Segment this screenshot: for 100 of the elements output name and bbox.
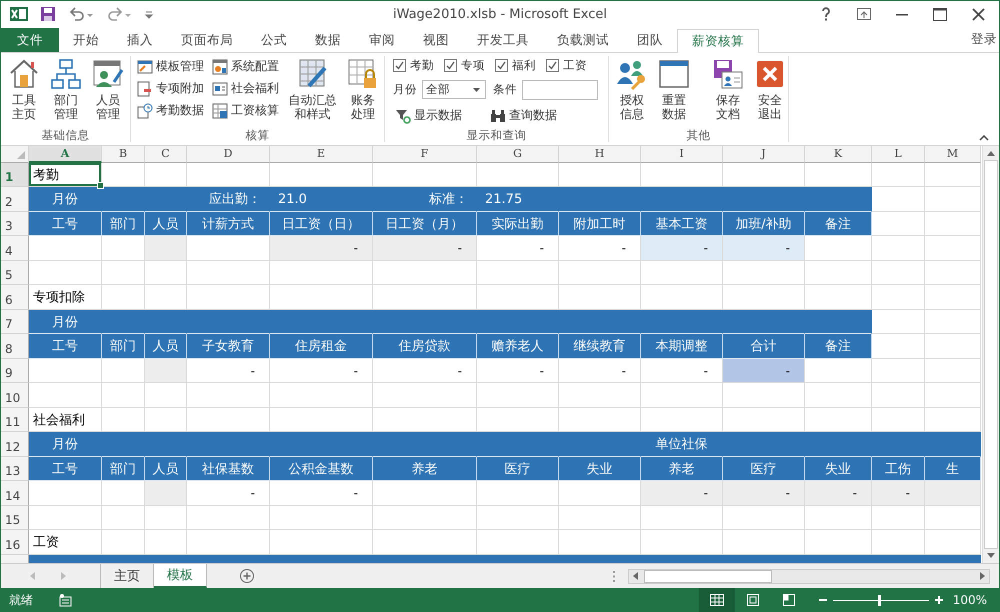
- column-header[interactable]: M: [925, 146, 981, 163]
- collapse-ribbon-icon[interactable]: [979, 134, 989, 141]
- column-header[interactable]: C: [145, 146, 187, 163]
- zoom-in-icon[interactable]: [934, 596, 943, 604]
- ribbon-tab[interactable]: 负载测试: [543, 28, 623, 52]
- checkbox[interactable]: [444, 59, 457, 72]
- row-header[interactable]: 2: [1, 187, 29, 212]
- close-icon[interactable]: [972, 8, 985, 21]
- row-header[interactable]: 11: [1, 408, 29, 432]
- column-header[interactable]: E: [270, 146, 373, 163]
- column-header[interactable]: B: [102, 146, 145, 163]
- ribbon-button[interactable]: 部门管理: [47, 56, 85, 123]
- ribbon-button[interactable]: 人员管理: [89, 56, 127, 123]
- scroll-up-icon[interactable]: [987, 150, 995, 156]
- save-icon[interactable]: [40, 6, 56, 22]
- ribbon-button[interactable]: 工具主页: [5, 56, 43, 123]
- ribbon-button[interactable]: 授权信息: [613, 56, 651, 123]
- row-header[interactable]: 9: [1, 358, 29, 384]
- ribbon-tab[interactable]: 开始: [59, 28, 113, 52]
- zoom-out-icon[interactable]: [818, 596, 827, 604]
- column-header[interactable]: H: [559, 146, 641, 163]
- ribbon-tab[interactable]: 数据: [301, 28, 355, 52]
- row-header[interactable]: 3: [1, 212, 29, 236]
- ribbon-button[interactable]: 重置数据: [655, 56, 693, 123]
- ribbon-button[interactable]: 账务处理: [344, 56, 382, 123]
- table-cell: [805, 260, 872, 286]
- row-header[interactable]: 15: [1, 506, 29, 530]
- row-header[interactable]: 12: [1, 432, 29, 457]
- home-icon: [8, 58, 40, 90]
- row-header[interactable]: 5: [1, 260, 29, 286]
- condition-field[interactable]: [522, 80, 598, 100]
- ribbon-button[interactable]: 系统配置: [210, 56, 281, 78]
- add-sheet-icon[interactable]: [239, 568, 255, 584]
- row-header[interactable]: 6: [1, 285, 29, 310]
- table-cell: -: [641, 481, 723, 506]
- column-header[interactable]: G: [477, 146, 559, 163]
- maximize-icon[interactable]: [933, 8, 947, 21]
- horizontal-scrollbar[interactable]: [628, 568, 990, 584]
- file-tab[interactable]: 文件: [1, 28, 59, 52]
- ribbon-tab[interactable]: 开发工具: [463, 28, 543, 52]
- table-cell: [925, 260, 981, 286]
- row-header[interactable]: 8: [1, 334, 29, 359]
- row-header[interactable]: 7: [1, 310, 29, 334]
- macro-record-icon[interactable]: [59, 594, 73, 606]
- ribbon-button[interactable]: 模板管理: [135, 56, 206, 78]
- scroll-left-icon[interactable]: [633, 572, 638, 580]
- table-cell: [102, 260, 145, 286]
- column-header[interactable]: K: [805, 146, 872, 163]
- ribbon-tab[interactable]: 页面布局: [167, 28, 247, 52]
- normal-view-icon[interactable]: [698, 588, 735, 612]
- column-header[interactable]: D: [187, 146, 270, 163]
- ribbon-tab[interactable]: 公式: [247, 28, 301, 52]
- month-dropdown[interactable]: 全部: [422, 80, 486, 100]
- column-header[interactable]: F: [373, 146, 477, 163]
- ribbon-button[interactable]: 社会福利: [210, 78, 281, 100]
- table-header: 住房租金: [270, 334, 373, 359]
- table-cell: [872, 162, 925, 188]
- ribbon-button[interactable]: 安全退出: [751, 56, 789, 123]
- undo-icon[interactable]: [68, 6, 94, 22]
- ribbon-tab[interactable]: 团队: [623, 28, 677, 52]
- band-label: 月份: [29, 187, 102, 212]
- ribbon-tab[interactable]: 视图: [409, 28, 463, 52]
- vertical-scrollbar[interactable]: [982, 146, 999, 564]
- row-header[interactable]: 1: [1, 162, 29, 188]
- ribbon-tab[interactable]: 审阅: [355, 28, 409, 52]
- column-header[interactable]: I: [641, 146, 723, 163]
- row-header[interactable]: 10: [1, 383, 29, 408]
- column-header[interactable]: A: [29, 146, 102, 163]
- row-header[interactable]: 16: [1, 530, 29, 555]
- scroll-right-icon[interactable]: [980, 572, 985, 580]
- ribbon-tab[interactable]: 插入: [113, 28, 167, 52]
- ribbon-tab[interactable]: 薪资核算: [677, 28, 759, 53]
- sign-in-link[interactable]: 登录: [971, 31, 999, 48]
- zoom-level[interactable]: 100%: [952, 593, 987, 607]
- ribbon-button[interactable]: 工资核算: [210, 100, 281, 122]
- ribbon-button[interactable]: 显示数据: [393, 107, 464, 124]
- ribbon-display-icon[interactable]: [857, 8, 871, 20]
- row-header[interactable]: 14: [1, 481, 29, 506]
- checkbox[interactable]: [393, 59, 406, 72]
- table-header: 部门: [102, 456, 145, 482]
- table-cell: [925, 212, 981, 236]
- field-label: 条件: [493, 82, 517, 98]
- sheet-tab[interactable]: 模板: [154, 564, 207, 588]
- ribbon-button[interactable]: 查询数据: [488, 107, 559, 124]
- table-cell: [925, 236, 981, 261]
- scroll-down-icon[interactable]: [987, 553, 995, 558]
- help-icon[interactable]: [820, 7, 832, 22]
- ribbon-button[interactable]: 自动汇总和样式: [285, 56, 340, 123]
- column-header[interactable]: J: [723, 146, 805, 163]
- table-cell: -: [373, 236, 477, 261]
- row-header[interactable]: 13: [1, 456, 29, 482]
- checkbox[interactable]: [495, 59, 508, 72]
- redo-icon[interactable]: [106, 6, 132, 22]
- ribbon-button[interactable]: 保存文档: [709, 56, 747, 123]
- row-header[interactable]: 4: [1, 236, 29, 261]
- ribbon-button[interactable]: 考勤数据: [135, 100, 206, 122]
- band-label: 月份: [29, 432, 102, 457]
- ribbon-button[interactable]: 专项附加: [135, 78, 206, 100]
- checkbox[interactable]: [546, 59, 559, 72]
- column-header[interactable]: L: [872, 146, 925, 163]
